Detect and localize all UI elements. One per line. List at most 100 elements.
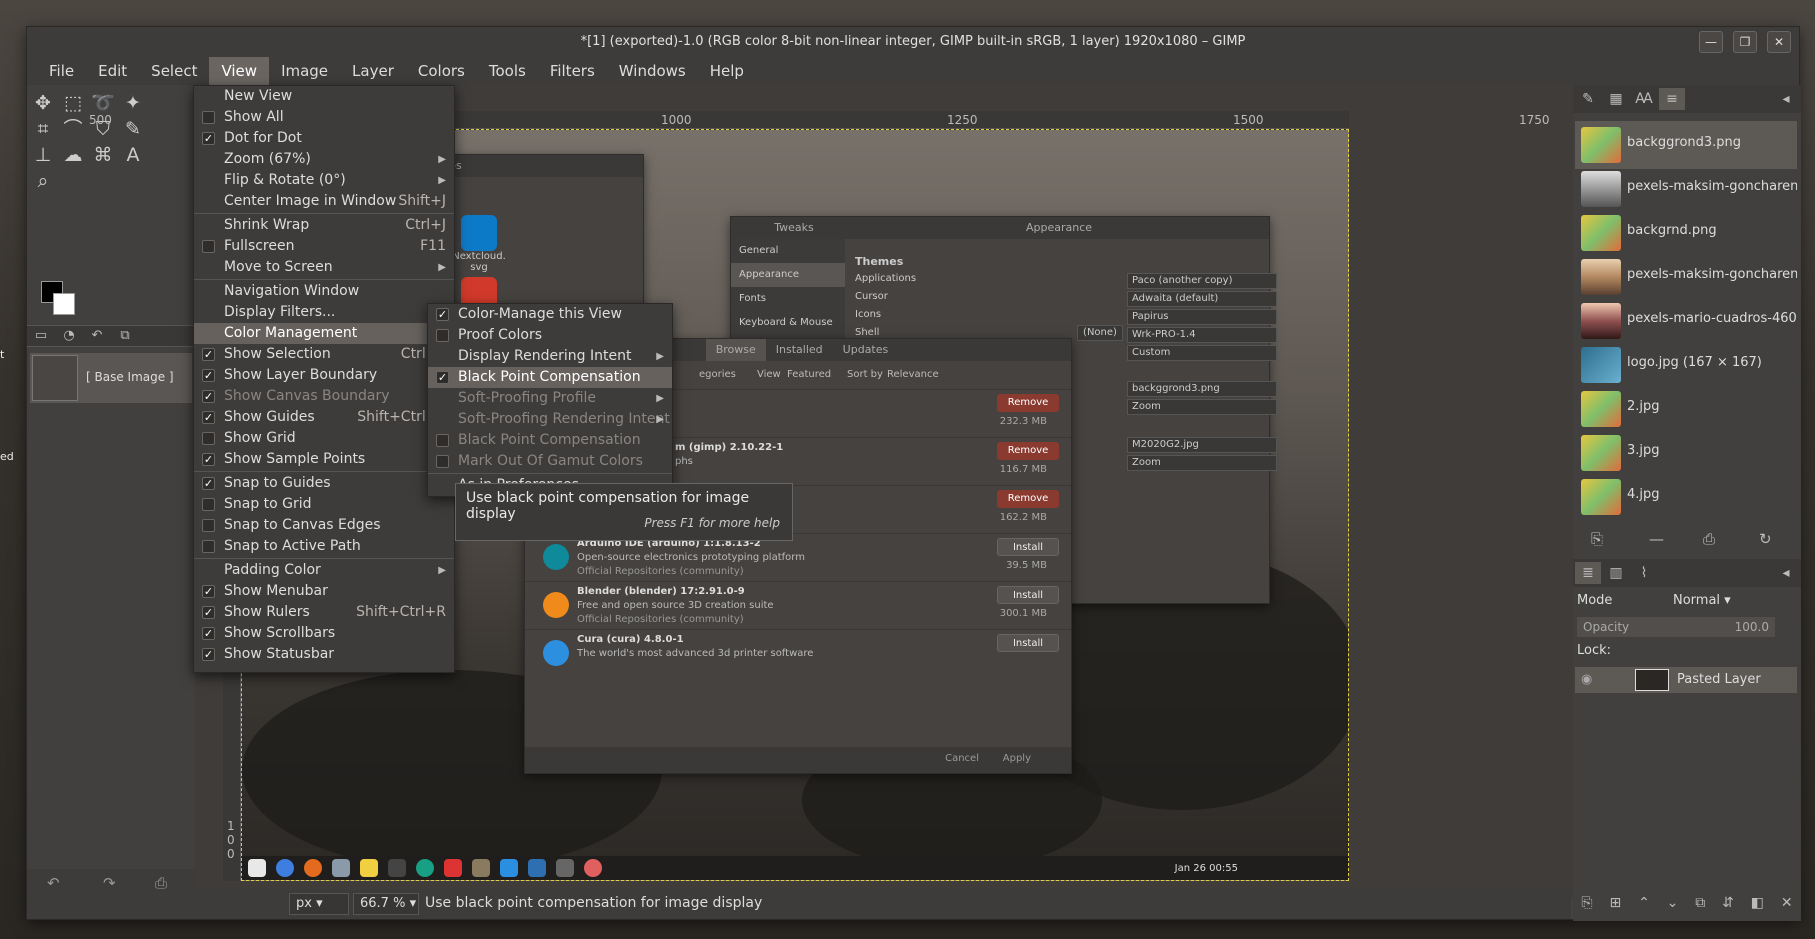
dock-menu-icon[interactable]: ◂ xyxy=(1773,562,1799,584)
menu-item-show-menubar[interactable]: ✓ Show Menubar xyxy=(194,581,454,602)
clone-icon[interactable]: ⊥ xyxy=(31,143,55,167)
paintbrush-icon[interactable]: ✎ xyxy=(121,117,145,141)
menu-item-new-view[interactable]: New View xyxy=(194,86,454,107)
raise-layer-icon[interactable]: ⌃ xyxy=(1638,895,1650,917)
zoom-tool-icon[interactable]: ⌕ xyxy=(31,169,55,193)
image-list-item[interactable]: 3.jpg xyxy=(1575,429,1797,477)
menu-item-show-selection[interactable]: ✓ Show Selection Ctrl+T xyxy=(194,344,454,365)
menu-edit[interactable]: Edit xyxy=(86,57,139,85)
menu-item-display-filters[interactable]: Display Filters... xyxy=(194,302,454,323)
theme-combo[interactable]: Wrk-PRO-1.4 xyxy=(1127,327,1277,343)
gimp-icon[interactable] xyxy=(472,859,490,877)
smudge-icon[interactable]: ☁ xyxy=(61,143,85,167)
menu-tools[interactable]: Tools xyxy=(477,57,538,85)
image-list-item[interactable]: pexels-mario-cuadros-4608979.jpg ( xyxy=(1575,297,1797,345)
menu-item-show-scrollbars[interactable]: ✓ Show Scrollbars xyxy=(194,623,454,644)
menu-item-snap-to-active-path[interactable]: Snap to Active Path xyxy=(194,536,454,557)
lower-layer-icon[interactable]: ⌄ xyxy=(1667,895,1679,917)
image-list-item[interactable]: 4.jpg xyxy=(1575,473,1797,521)
menu-item-zoom-67[interactable]: Zoom (67%) ▶ xyxy=(194,149,454,170)
print-image-icon[interactable]: ⎙ xyxy=(1703,530,1715,548)
menu-item-shrink-wrap[interactable]: Shrink Wrap Ctrl+J xyxy=(194,215,454,236)
menu-colors[interactable]: Colors xyxy=(406,57,477,85)
channels-tab-icon[interactable]: ▥ xyxy=(1603,562,1629,584)
menu-layer[interactable]: Layer xyxy=(340,57,406,85)
sync-icon[interactable] xyxy=(416,859,434,877)
menu-item-show-rulers[interactable]: ✓ Show Rulers Shift+Ctrl+R xyxy=(194,602,454,623)
menu-item-snap-to-guides[interactable]: ✓ Snap to Guides xyxy=(194,473,454,494)
software-app-row[interactable]: Cura (cura) 4.8.0-1 The world's most adva… xyxy=(525,629,1071,677)
menu-windows[interactable]: Windows xyxy=(607,57,698,85)
dock-menu-icon[interactable]: ◂ xyxy=(1773,88,1799,110)
menu-item-padding-color[interactable]: Padding Color ▶ xyxy=(194,560,454,581)
menu-icon[interactable] xyxy=(248,859,266,877)
menu-item-show-sample-points[interactable]: ✓ Show Sample Points xyxy=(194,449,454,470)
categories-filter[interactable]: egories xyxy=(699,369,736,380)
tweaks-nav-item[interactable]: Keyboard & Mouse xyxy=(731,311,845,335)
new-layer-icon[interactable]: ⎘ xyxy=(1581,895,1592,917)
theme-combo[interactable]: Adwaita (default) xyxy=(1127,291,1277,307)
software-icon[interactable] xyxy=(528,859,546,877)
remove-button[interactable]: Remove xyxy=(997,442,1059,460)
app-file-icon[interactable] xyxy=(461,215,497,251)
menu-item-center-image-in-window[interactable]: Center Image in Window Shift+J xyxy=(194,191,454,212)
warp-icon[interactable]: ⌒ xyxy=(61,117,85,141)
files-icon[interactable] xyxy=(332,859,350,877)
firefox-icon[interactable] xyxy=(304,859,322,877)
software-app-row[interactable]: Blender (blender) 17:2.91.0-9 Free and op… xyxy=(525,581,1071,629)
color-icon[interactable] xyxy=(584,859,602,877)
layer-row[interactable]: ◉ Pasted Layer xyxy=(1575,667,1797,693)
chromium-icon[interactable] xyxy=(276,859,294,877)
background-mode[interactable]: Zoom xyxy=(1127,399,1277,415)
gmail-icon[interactable] xyxy=(444,859,462,877)
maximize-button[interactable]: ❐ xyxy=(1733,31,1757,53)
images-tab-icon[interactable]: ≡ xyxy=(1659,88,1685,110)
zoom-select[interactable]: 66.7 % ▾ xyxy=(353,893,419,915)
image-list-item[interactable]: logo.jpg (167 × 167) xyxy=(1575,341,1797,389)
image-list-item[interactable]: backggrond3.png xyxy=(1575,121,1797,169)
images-tab-icon[interactable]: ⧉ xyxy=(111,326,139,346)
shell-none-button[interactable]: (None) xyxy=(1077,325,1123,341)
menu-file[interactable]: File xyxy=(37,57,86,85)
device-status-icon[interactable]: ▭ xyxy=(27,326,55,346)
menu-item-proof-colors[interactable]: Proof Colors xyxy=(428,325,672,346)
crop-icon[interactable]: ⌗ xyxy=(31,117,55,141)
apply-button[interactable]: Apply xyxy=(1003,753,1031,764)
menu-item-flip-rotate-0[interactable]: Flip & Rotate (0°) ▶ xyxy=(194,170,454,191)
software-tab[interactable]: Updates xyxy=(833,339,899,361)
background-file[interactable]: backggrond3.png xyxy=(1127,381,1277,397)
install-button[interactable]: Install xyxy=(997,538,1059,556)
base-image-item[interactable]: [ Base Image ] xyxy=(30,353,192,403)
menu-item-show-statusbar[interactable]: ✓ Show Statusbar xyxy=(194,644,454,665)
menu-item-snap-to-grid[interactable]: Snap to Grid xyxy=(194,494,454,515)
paths-tab-icon[interactable]: ⌇ xyxy=(1631,562,1657,584)
duplicate-layer-icon[interactable]: ⧉ xyxy=(1695,895,1705,917)
menu-item-show-layer-boundary[interactable]: ✓ Show Layer Boundary xyxy=(194,365,454,386)
software-tab[interactable]: Browse xyxy=(705,339,766,361)
lasso-icon[interactable]: ➰ xyxy=(91,91,115,115)
close-button[interactable]: ✕ xyxy=(1767,31,1791,53)
mask-icon[interactable]: ◧ xyxy=(1751,895,1764,917)
theme-combo[interactable]: Custom xyxy=(1127,345,1277,361)
move-tool-icon[interactable]: ✥ xyxy=(31,91,55,115)
menu-item-show-all[interactable]: Show All xyxy=(194,107,454,128)
patterns-tab-icon[interactable]: ▦ xyxy=(1603,88,1629,110)
menu-help[interactable]: Help xyxy=(698,57,756,85)
menu-item-navigation-window[interactable]: Navigation Window xyxy=(194,281,454,302)
image-list-item[interactable]: pexels-maksim-goncharenok-482323 xyxy=(1575,253,1797,301)
image-list-item[interactable]: backgrnd.png xyxy=(1575,209,1797,257)
install-button[interactable]: Install xyxy=(997,634,1059,652)
settings-icon[interactable] xyxy=(556,859,574,877)
remove-button[interactable]: Remove xyxy=(997,490,1059,508)
menu-item-color-management[interactable]: Color Management▶ xyxy=(194,323,454,344)
menu-item-color-manage-this-view[interactable]: ✓ Color-Manage this View xyxy=(428,304,672,325)
text-tool-icon[interactable]: A xyxy=(121,143,145,167)
tweaks-nav-item[interactable]: Fonts xyxy=(731,287,845,311)
tweaks-nav-item[interactable]: General xyxy=(731,239,845,263)
image-list-item[interactable]: 2.jpg xyxy=(1575,385,1797,433)
menu-item-display-rendering-intent[interactable]: Display Rendering Intent ▶ xyxy=(428,346,672,367)
cancel-button[interactable]: Cancel xyxy=(945,753,979,764)
rect-select-icon[interactable]: ⬚ xyxy=(61,91,85,115)
menu-select[interactable]: Select xyxy=(139,57,209,85)
remove-button[interactable]: Remove xyxy=(997,394,1059,412)
